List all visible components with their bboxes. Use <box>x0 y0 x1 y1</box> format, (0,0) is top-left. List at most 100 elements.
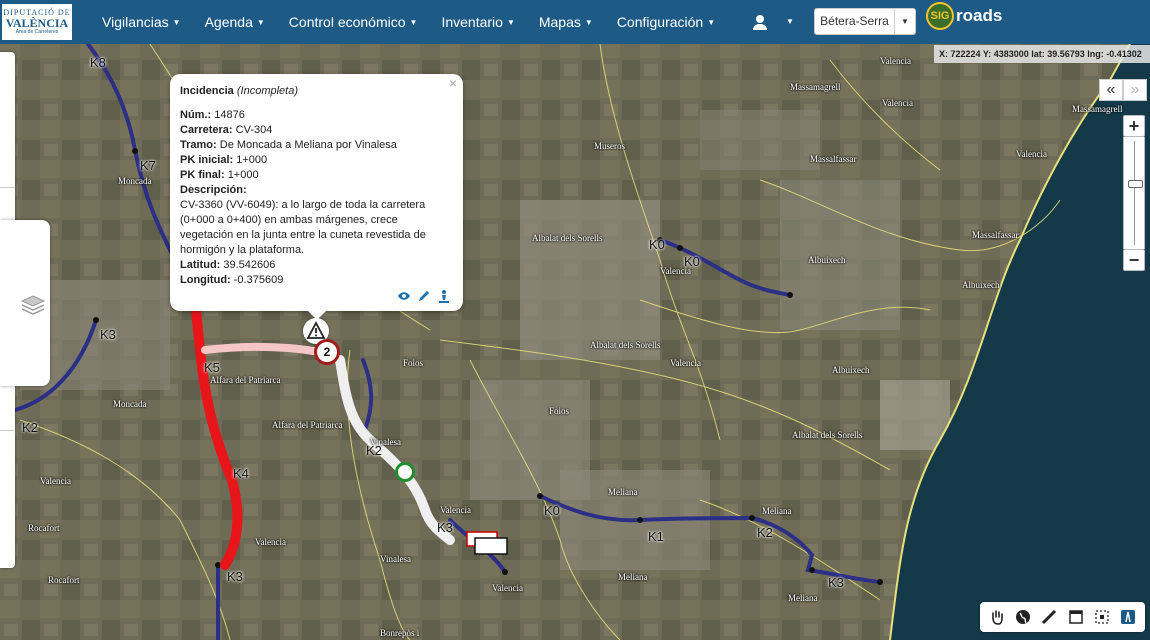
menu-inventario[interactable]: Inventario ▼ <box>429 0 526 44</box>
place-name: Moncada <box>118 176 152 186</box>
km-label: K3 <box>828 575 844 590</box>
field-value: 14876 <box>214 109 245 121</box>
gvsig-roads-logo: SIG roads <box>926 2 1002 30</box>
caret-down-icon: ▼ <box>409 18 418 28</box>
menu-agenda[interactable]: Agenda ▼ <box>193 0 277 44</box>
place-name: Valencia <box>670 358 701 368</box>
select-area-icon[interactable] <box>1092 607 1112 627</box>
popup-title-text: Incidencia <box>180 85 234 97</box>
km-label: K0 <box>649 237 665 252</box>
pencil-icon[interactable] <box>417 289 431 303</box>
place-name: Valencia <box>492 583 523 593</box>
place-name: Massalfassar <box>810 154 857 164</box>
field-label: Núm.: <box>180 109 212 121</box>
close-icon[interactable]: × <box>449 76 457 91</box>
map-tools-toolbar <box>980 602 1145 632</box>
place-name: Massamagrell <box>1072 104 1123 114</box>
menu-label: Agenda <box>204 14 253 30</box>
field-longitud: Longitud: -0.375609 <box>180 273 453 288</box>
worker-icon[interactable] <box>437 289 451 303</box>
place-name: Albalat dels Sorells <box>532 233 603 243</box>
field-value: -0.375609 <box>233 274 284 286</box>
globe-icon[interactable] <box>1013 607 1033 627</box>
field-pk-inicial: PK inicial: 1+000 <box>180 153 453 168</box>
place-name: Meliana <box>788 593 818 603</box>
menu-vigilancias[interactable]: Vigilancias ▼ <box>90 0 193 44</box>
user-menu-button[interactable]: ▼ <box>752 0 794 44</box>
field-value: CV-304 <box>235 124 273 136</box>
panel-divider <box>0 187 15 188</box>
layers-panel[interactable] <box>0 220 50 386</box>
caret-down-icon: ▼ <box>256 18 265 28</box>
km-label: K3 <box>227 569 243 584</box>
place-name: Museros <box>594 141 625 151</box>
field-value: 1+000 <box>236 154 268 166</box>
collapse-right-button[interactable]: » <box>1123 79 1147 101</box>
place-name: Foios <box>549 406 570 416</box>
menu-configuracion[interactable]: Configuración ▼ <box>605 0 727 44</box>
field-value: 39.542606 <box>223 259 276 271</box>
eye-icon[interactable] <box>397 289 411 303</box>
pan-hand-icon[interactable] <box>987 607 1007 627</box>
caret-down-icon: ▼ <box>786 17 794 26</box>
place-name: Valencia <box>255 537 286 547</box>
zoom-slider[interactable] <box>1123 137 1145 249</box>
place-name: Foios <box>403 358 424 368</box>
ruler-icon[interactable] <box>1039 607 1059 627</box>
zoom-in-button[interactable]: + <box>1123 115 1145 137</box>
place-name: Valencia <box>882 98 913 108</box>
popup-actions <box>397 289 451 303</box>
selection-box <box>474 537 508 555</box>
place-name: Albuixech <box>832 365 870 375</box>
place-name: Meliana <box>608 487 638 497</box>
main-menu: Vigilancias ▼ Agenda ▼ Control económico ▼ … <box>90 0 727 44</box>
zone-select[interactable]: Bétera-Serra ▼ <box>814 8 916 35</box>
place-name: Massamagrell <box>790 82 841 92</box>
green-point-marker[interactable] <box>395 462 415 482</box>
field-carretera: Carretera: CV-304 <box>180 123 453 138</box>
brand-roads: roads <box>956 6 1003 25</box>
field-descripcion-label: Descripción: <box>180 183 453 198</box>
menu-label: Control económico <box>288 14 406 30</box>
popup-title: Incidencia (Incompleta) <box>180 84 453 99</box>
km-label: K7 <box>140 158 156 173</box>
place-name: Valencia <box>880 56 911 66</box>
urban-area <box>700 110 820 170</box>
km-label: K5 <box>204 360 220 375</box>
place-name: Massalfassar <box>972 230 1019 240</box>
menu-label: Inventario <box>441 14 503 30</box>
km-label: K0 <box>544 503 560 518</box>
place-name: Albuixech <box>962 280 1000 290</box>
place-name: Rocafort <box>28 523 60 533</box>
brand-sig: SIG <box>930 10 950 22</box>
place-name: Valencia <box>440 505 471 515</box>
caret-down-icon[interactable]: ▼ <box>894 9 915 34</box>
window-icon[interactable] <box>1066 607 1086 627</box>
place-name: Vinalesa <box>380 554 411 564</box>
menu-control-economico[interactable]: Control económico ▼ <box>277 0 430 44</box>
place-name: Bonrepòs i <box>380 628 420 638</box>
menu-label: Vigilancias <box>102 14 169 30</box>
caret-down-icon: ▼ <box>172 18 181 28</box>
layers-icon[interactable] <box>20 292 46 318</box>
caret-down-icon: ▼ <box>584 18 593 28</box>
zoom-control: + − <box>1123 115 1145 271</box>
field-num: Núm.: 14876 <box>180 108 453 123</box>
menu-mapas[interactable]: Mapas ▼ <box>527 0 605 44</box>
menu-label: Mapas <box>538 14 581 30</box>
panel-divider <box>0 430 15 431</box>
collapse-left-button[interactable]: « <box>1099 79 1123 101</box>
popup-status: (Incompleta) <box>236 85 298 97</box>
km-label: K2 <box>22 420 38 435</box>
field-label: Tramo: <box>180 139 217 151</box>
menu-label: Configuración <box>616 14 704 30</box>
place-name: Rocafort <box>48 575 80 585</box>
field-pk-final: PK final: 1+000 <box>180 168 453 183</box>
zoom-out-button[interactable]: − <box>1123 249 1145 271</box>
zoom-slider-handle[interactable] <box>1128 180 1143 189</box>
km-label: K3 <box>100 327 116 342</box>
field-label: Carretera: <box>180 124 233 136</box>
diputacio-logo[interactable]: DIPUTACIÓ DE VALÈNCIA Àrea de Carreteres <box>0 2 74 42</box>
incident-count-marker[interactable]: 2 <box>314 339 340 365</box>
road-info-icon[interactable] <box>1118 607 1138 627</box>
